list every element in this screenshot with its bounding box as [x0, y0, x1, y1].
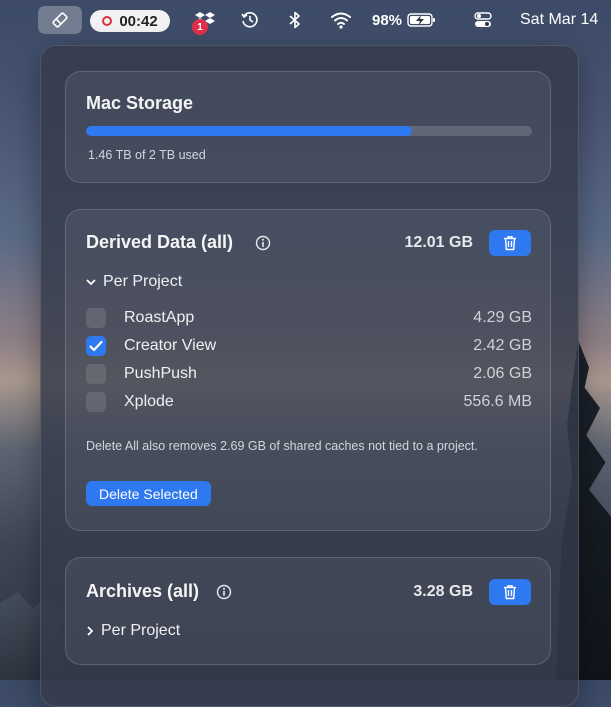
battery-charging-icon: [407, 13, 436, 27]
storage-progress-bar: [86, 126, 532, 136]
time-machine-menu[interactable]: [238, 0, 262, 40]
app-menu-extra-active[interactable]: [38, 6, 82, 34]
project-checkbox[interactable]: [86, 336, 106, 356]
project-row[interactable]: PushPush 2.06 GB: [86, 362, 532, 386]
battery-percent: 98%: [372, 11, 403, 29]
project-checkbox[interactable]: [86, 308, 106, 328]
menu-bar-clock[interactable]: Sat Mar 14: [520, 0, 598, 40]
project-row[interactable]: Xplode 556.6 MB: [86, 390, 532, 414]
menu-bar: 00:42 1 98% Sat Mar 14: [0, 0, 611, 40]
archives-card: Archives (all) 3.28 GB Per Project: [65, 557, 551, 665]
archives-per-project-disclosure[interactable]: Per Project: [86, 622, 180, 640]
notification-badge: 1: [192, 19, 208, 35]
project-name: PushPush: [124, 365, 197, 382]
project-row[interactable]: RoastApp 4.29 GB: [86, 306, 532, 330]
control-center-icon: [474, 12, 492, 27]
time-machine-icon: [241, 12, 258, 28]
project-size: 2.42 GB: [473, 337, 532, 354]
project-row[interactable]: Creator View 2.42 GB: [86, 334, 532, 358]
wifi-icon: [331, 12, 351, 29]
trash-icon: [504, 236, 516, 251]
battery-menu[interactable]: 98%: [372, 0, 437, 40]
per-project-label: Per Project: [103, 273, 183, 290]
wifi-menu[interactable]: [329, 0, 353, 40]
archives-title: Archives (all): [86, 581, 200, 601]
project-size: 556.6 MB: [463, 393, 532, 410]
derived-data-title: Derived Data (all): [86, 232, 234, 252]
trash-icon: [504, 585, 516, 600]
delete-all-derived-button[interactable]: [489, 230, 531, 256]
project-name: Xplode: [124, 393, 174, 410]
mac-storage-card: Mac Storage 1.46 TB of 2 TB used: [65, 71, 551, 183]
checkmark-icon: [89, 340, 103, 352]
bluetooth-icon: [289, 11, 300, 29]
chevron-right-icon: [87, 626, 94, 636]
project-name: RoastApp: [124, 309, 195, 326]
per-project-label: Per Project: [101, 622, 181, 639]
delete-selected-button[interactable]: Delete Selected: [86, 481, 211, 506]
project-size: 4.29 GB: [473, 309, 532, 326]
project-checkbox[interactable]: [86, 392, 106, 412]
info-icon[interactable]: [216, 584, 232, 600]
chevron-down-icon: [86, 279, 96, 286]
bluetooth-menu[interactable]: [285, 0, 305, 40]
eraser-icon: [52, 12, 68, 28]
delete-all-archives-button[interactable]: [489, 579, 531, 605]
shared-caches-note: Delete All also removes 2.69 GB of share…: [86, 439, 478, 453]
control-center-menu[interactable]: [472, 0, 494, 40]
archives-total: 3.28 GB: [413, 583, 473, 600]
storage-usage-caption: 1.46 TB of 2 TB used: [88, 148, 206, 162]
derived-data-total: 12.01 GB: [404, 234, 473, 251]
project-checkbox[interactable]: [86, 364, 106, 384]
record-icon: [102, 16, 113, 26]
mac-storage-title: Mac Storage: [86, 93, 194, 113]
project-name: Creator View: [124, 337, 217, 354]
storage-progress-fill: [86, 126, 412, 136]
per-project-disclosure[interactable]: Per Project: [86, 273, 182, 291]
derived-data-card: Derived Data (all) 12.01 GB Per Project …: [65, 209, 551, 531]
recording-indicator[interactable]: 00:42: [90, 10, 170, 32]
project-size: 2.06 GB: [473, 365, 532, 382]
recording-time: 00:42: [119, 12, 158, 30]
info-icon[interactable]: [255, 235, 271, 251]
